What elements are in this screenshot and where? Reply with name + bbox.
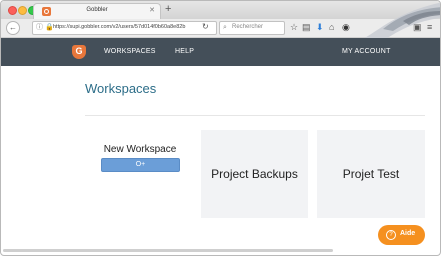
pocket-icon[interactable]: ◉ (342, 22, 350, 33)
workspace-name: Projet Test (342, 167, 400, 181)
workspace-card[interactable]: Projet Test (317, 130, 425, 218)
nav-my-account[interactable]: MY ACCOUNT (342, 48, 391, 55)
nav-workspaces[interactable]: WORKSPACES (104, 48, 156, 55)
horizontal-scrollbar[interactable] (3, 249, 333, 252)
add-workspace-button[interactable]: O+ (101, 158, 180, 172)
browser-window: Gobbler ✕ + ← ⓘ 🔒 https://supi.gobbler.c… (0, 0, 441, 256)
gobbler-logo-icon[interactable]: G (72, 45, 86, 59)
tab-title: Gobbler (86, 7, 108, 13)
reload-icon[interactable]: ↻ (202, 22, 209, 32)
search-placeholder[interactable]: Rechercher (232, 24, 263, 30)
minimize-window-button[interactable] (18, 6, 27, 15)
new-tab-button[interactable]: + (165, 3, 171, 15)
add-workspace-icon: O+ (135, 161, 146, 168)
question-icon: ? (386, 230, 396, 240)
workspace-card[interactable]: Project Backups (201, 130, 308, 218)
app-header: G WORKSPACES HELP MY ACCOUNT (1, 38, 440, 66)
tab-close-icon[interactable]: ✕ (149, 6, 155, 14)
page-title: Workspaces (85, 81, 157, 96)
new-workspace-panel: New Workspace O+ (97, 144, 183, 172)
search-bar[interactable]: ⌕ Rechercher (219, 21, 285, 35)
info-icon[interactable]: ⓘ (36, 23, 43, 33)
title-divider (85, 115, 425, 116)
browser-tab[interactable]: Gobbler ✕ (33, 3, 161, 20)
url-bar[interactable]: ⓘ 🔒 https://supi.gobbler.com/v2/users/57… (32, 21, 217, 35)
url-text[interactable]: https://supi.gobbler.com/v2/users/57d014… (53, 24, 213, 30)
nav-help[interactable]: HELP (175, 48, 194, 55)
download-icon[interactable]: ⬇ (316, 22, 324, 33)
workspace-name: Project Backups (211, 167, 298, 181)
help-button-label: Aide (400, 230, 416, 237)
home-icon[interactable]: ⌂ (329, 22, 334, 33)
search-icon: ⌕ (223, 24, 227, 31)
star-icon[interactable]: ☆ (290, 22, 298, 33)
help-button[interactable]: ? Aide (378, 225, 425, 245)
new-workspace-label: New Workspace (103, 144, 177, 155)
back-arrow-icon[interactable]: ← (6, 21, 20, 35)
clipboard-icon[interactable]: ▤ (302, 22, 311, 33)
close-window-button[interactable] (8, 6, 17, 15)
logo-letter: G (75, 46, 83, 56)
